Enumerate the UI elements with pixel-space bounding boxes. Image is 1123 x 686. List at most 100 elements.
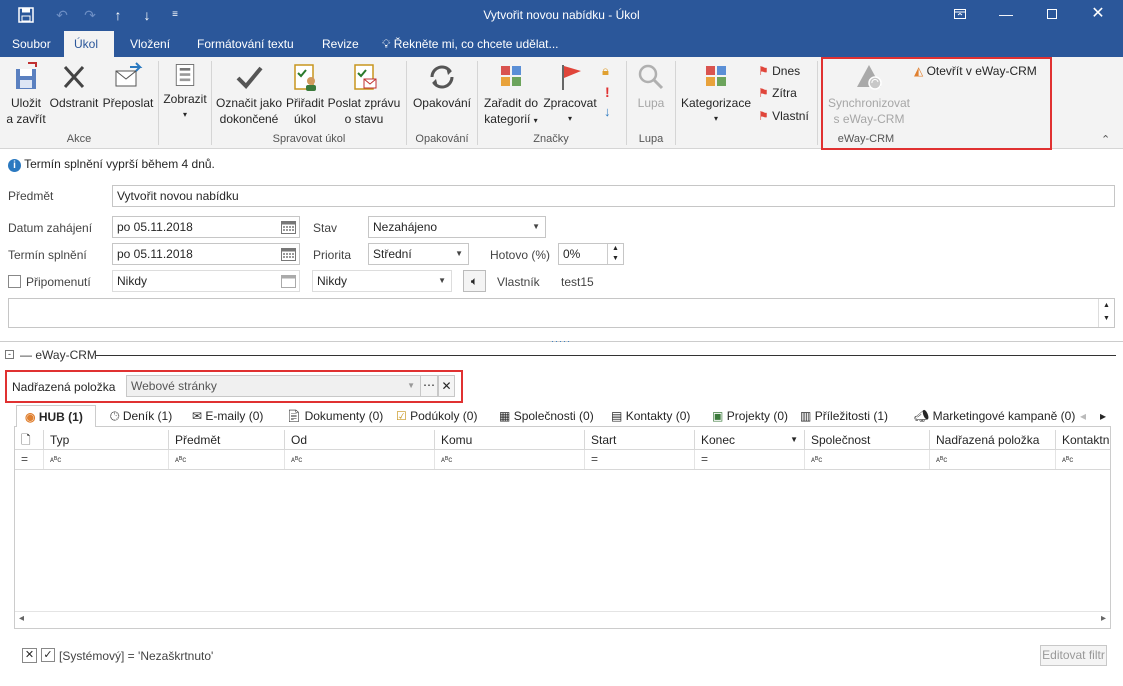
mark-complete-button[interactable]: Označit jako dokončené <box>214 61 284 127</box>
stepper-up-icon[interactable]: ▲ <box>607 244 623 254</box>
scroll-left-icon[interactable]: ◂ <box>19 613 24 624</box>
filter-equals-icon[interactable]: = <box>695 450 805 469</box>
zoom-button[interactable]: Lupa <box>630 61 672 111</box>
start-date-field[interactable]: po 05.11.2018 <box>112 216 300 238</box>
group-label-akce: Akce <box>66 133 92 145</box>
calendar-icon[interactable] <box>281 247 296 261</box>
collapse-section-icon[interactable]: - <box>5 350 14 359</box>
collapse-ribbon-icon[interactable]: ⌃ <box>1101 133 1110 146</box>
textarea-scrollbar[interactable]: ▲ ▼ <box>1098 299 1114 327</box>
calendar-icon[interactable] <box>281 220 296 234</box>
tab-journal[interactable]: 🕒︎ Deník (1) <box>110 405 172 427</box>
reminder-sound-button[interactable]: 🔈︎ <box>463 270 486 292</box>
delete-button[interactable]: Odstranit <box>48 61 100 111</box>
filter-text-icon[interactable]: ᴀᴮᴄ <box>930 450 1056 469</box>
close-icon: ✕ <box>24 649 35 661</box>
recurrence-button[interactable]: Opakování <box>410 61 474 111</box>
tab-revize[interactable]: Revize <box>312 31 369 57</box>
percent-done-stepper[interactable]: 0% ▲ ▼ <box>558 243 624 265</box>
column-header[interactable]: Od <box>285 430 435 450</box>
tab-opportunities[interactable]: ▥ Příležitosti (1) <box>800 405 888 427</box>
tab-subtasks[interactable]: ☑ Podúkoly (0) <box>396 405 477 427</box>
tab-contacts[interactable]: ▤ Kontakty (0) <box>611 405 690 427</box>
tabs-scroll-right-icon[interactable]: ▸ <box>1100 405 1106 427</box>
tab-emails[interactable]: ✉ E-maily (0) <box>192 405 263 427</box>
column-header[interactable]: Start <box>585 430 695 450</box>
view-button[interactable]: Zobrazit ▾ <box>162 61 208 123</box>
due-date-field[interactable]: po 05.11.2018 <box>112 243 300 265</box>
edit-filter-button[interactable]: Editovat filtr <box>1040 645 1107 666</box>
status-report-icon <box>354 64 377 90</box>
filter-text-icon[interactable]: ᴀᴮᴄ <box>435 450 585 469</box>
scroll-up-icon[interactable]: ▲ <box>1099 299 1114 312</box>
forward-button[interactable]: Přeposlat <box>101 61 155 111</box>
followup-button[interactable]: Zpracovat ▾ <box>542 61 598 127</box>
percent-done-value: 0% <box>563 247 581 261</box>
tab-campaigns[interactable]: 📣︎ Marketingové kampaně (0) <box>914 405 1075 427</box>
column-header[interactable]: Typ <box>44 430 169 450</box>
filter-text-icon[interactable]: ᴀᴮᴄ <box>44 450 169 469</box>
reminder-checkbox[interactable] <box>8 275 21 288</box>
column-header[interactable]: Společnost <box>805 430 930 450</box>
reminder-time-dropdown[interactable]: Nikdy ▼ <box>312 270 452 292</box>
grid-horizontal-scrollbar[interactable]: ◂ ▸ <box>15 611 1110 628</box>
save-close-button[interactable]: Uložit a zavřít <box>4 61 48 127</box>
assign-task-icon <box>294 64 316 91</box>
journal-icon: 🕒︎ <box>110 409 120 423</box>
filter-text-icon[interactable]: ᴀᴮᴄ <box>285 450 435 469</box>
minimize-icon[interactable]: — <box>983 0 1029 28</box>
scroll-right-icon[interactable]: ▸ <box>1101 613 1106 624</box>
categorize-button[interactable]: Zařadit do kategorií ▾ <box>480 61 542 129</box>
priority-dropdown[interactable]: Střední ▼ <box>368 243 469 265</box>
task-body-textarea[interactable]: ▲ ▼ <box>8 298 1115 328</box>
filter-text-icon[interactable]: ᴀᴮᴄ <box>1056 450 1110 469</box>
private-lock-icon[interactable]: 🔒︎ <box>602 63 609 79</box>
group-separator <box>477 61 478 145</box>
priority-label: Priorita <box>313 248 352 262</box>
assign-task-button[interactable]: Přiřadit úkol <box>284 61 326 127</box>
stepper-down-icon[interactable]: ▼ <box>607 254 623 264</box>
calendar-icon[interactable] <box>281 274 296 288</box>
filter-text-icon[interactable]: ᴀᴮᴄ <box>805 450 930 469</box>
tab-hub[interactable]: ◉ HUB (1) <box>16 405 96 427</box>
ribbon-display-icon[interactable] <box>937 0 983 28</box>
categorization-button[interactable]: Kategorizace ▾ <box>680 61 752 127</box>
tab-soubor[interactable]: Soubor <box>2 31 61 57</box>
filter-enable-checkbox[interactable]: ✓ <box>41 648 55 662</box>
tab-vlozeni[interactable]: Vložení <box>120 31 180 57</box>
status-dropdown[interactable]: Nezahájeno ▼ <box>368 216 546 238</box>
tab-companies[interactable]: ▦ Společnosti (0) <box>499 405 594 427</box>
column-header[interactable]: Předmět <box>169 430 285 450</box>
column-icon-header[interactable]: 🗋︎ <box>15 430 44 450</box>
flag-icon: ⚑ <box>758 64 769 78</box>
reminder-date-field[interactable]: Nikdy <box>112 270 300 292</box>
clear-filter-button[interactable]: ✕ <box>22 648 37 663</box>
reminder-label: Připomenutí <box>26 275 91 289</box>
column-header[interactable]: Konec ▼ <box>695 430 805 450</box>
close-icon[interactable]: ✕ <box>1075 0 1121 28</box>
column-header[interactable]: Nadřazená položka <box>930 430 1056 450</box>
filter-equals-icon[interactable]: = <box>15 450 44 469</box>
flag-tomorrow-button[interactable]: ⚑ Zítra <box>758 85 797 101</box>
flag-today-button[interactable]: ⚑ Dnes <box>758 63 800 79</box>
company-icon: ▦ <box>499 409 511 423</box>
tell-me-search[interactable]: 💡︎ Řekněte mi, co chcete udělat... <box>382 31 569 57</box>
tab-documents[interactable]: 📄︎ Dokumenty (0) <box>286 405 383 427</box>
splitter-grip-icon[interactable]: ····· <box>551 336 571 346</box>
tab-ukol[interactable]: Úkol <box>64 31 114 57</box>
maximize-icon[interactable] <box>1029 0 1075 28</box>
low-importance-icon[interactable]: ↓ <box>604 104 611 119</box>
high-importance-icon[interactable]: ! <box>605 84 610 100</box>
column-header[interactable]: Komu <box>435 430 585 450</box>
tabs-scroll-left-icon[interactable]: ◂ <box>1080 405 1086 427</box>
tab-projects[interactable]: ▣ Projekty (0) <box>712 405 788 427</box>
column-header[interactable]: Kontaktní o <box>1056 430 1110 450</box>
subject-input[interactable]: Vytvořit novou nabídku <box>112 185 1115 207</box>
flag-custom-button[interactable]: ⚑ Vlastní <box>758 108 809 124</box>
filter-equals-icon[interactable]: = <box>585 450 695 469</box>
filter-text-icon[interactable]: ᴀᴮᴄ <box>169 450 285 469</box>
scroll-down-icon[interactable]: ▼ <box>1099 312 1114 325</box>
status-value: Nezahájeno <box>373 220 438 234</box>
send-status-button[interactable]: Poslat zprávu o stavu <box>326 61 402 127</box>
tab-formatovani[interactable]: Formátování textu <box>187 31 304 57</box>
